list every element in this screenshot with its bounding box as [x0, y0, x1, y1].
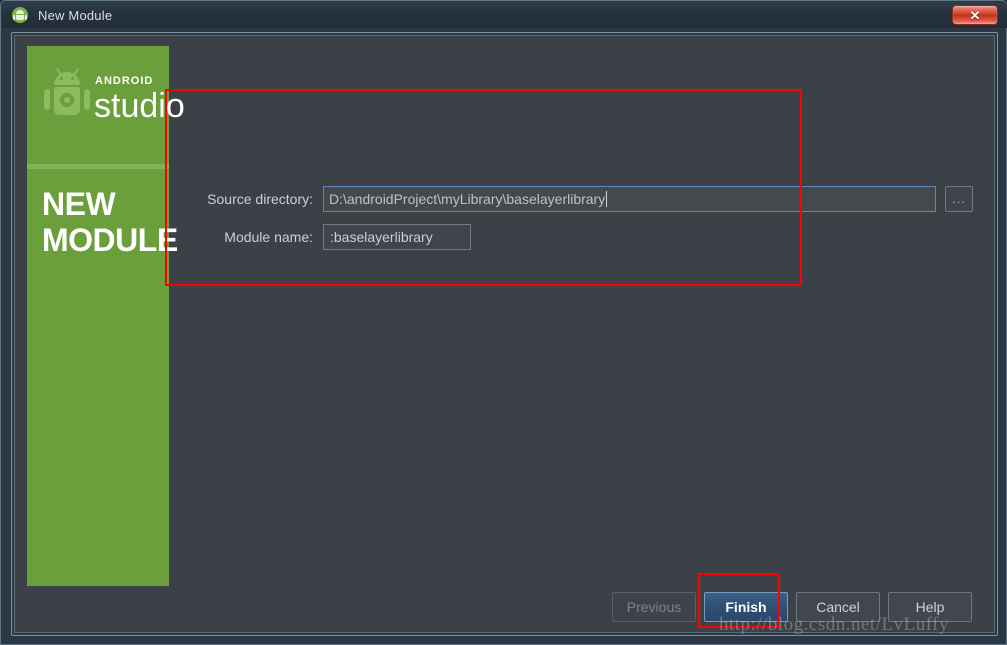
- android-studio-logo: ANDROID studio: [27, 46, 185, 162]
- module-form: Source directory: D:\androidProject\myLi…: [183, 186, 983, 262]
- source-directory-value: D:\androidProject\myLibrary\baselayerlib…: [329, 191, 606, 207]
- previous-button[interactable]: Previous: [612, 592, 696, 622]
- sidebar-heading-line2: MODULE: [42, 222, 178, 258]
- browse-button[interactable]: ...: [945, 186, 973, 212]
- android-studio-icon: [12, 6, 30, 24]
- logo-studio-text: studio: [94, 87, 185, 125]
- window-frame: New Module ✕ ANDROID studio NEW MODULE S…: [0, 0, 1007, 645]
- source-directory-label: Source directory:: [207, 191, 313, 207]
- title-bar[interactable]: New Module ✕: [2, 2, 1007, 28]
- window-title: New Module: [38, 7, 113, 23]
- dialog-content: ANDROID studio NEW MODULE Source directo…: [14, 35, 995, 633]
- source-directory-input[interactable]: D:\androidProject\myLibrary\baselayerlib…: [323, 186, 936, 212]
- logo-android-text: ANDROID: [95, 75, 154, 87]
- wizard-sidebar: ANDROID studio NEW MODULE: [27, 46, 185, 586]
- close-button[interactable]: ✕: [952, 5, 998, 25]
- sidebar-heading-line1: NEW: [42, 186, 116, 222]
- new-module-dialog-window: New Module ✕ ANDROID studio NEW MODULE S…: [0, 0, 1007, 645]
- close-icon: ✕: [969, 7, 981, 23]
- sidebar-heading: NEW MODULE: [42, 186, 178, 258]
- dialog-content-outer: ANDROID studio NEW MODULE Source directo…: [11, 32, 998, 636]
- module-name-value: :baselayerlibrary: [330, 229, 433, 245]
- source-directory-row: Source directory: D:\androidProject\myLi…: [183, 186, 983, 212]
- module-name-input[interactable]: :baselayerlibrary: [323, 224, 471, 250]
- sidebar-divider: [27, 164, 169, 169]
- module-name-label: Module name:: [224, 229, 313, 245]
- logo-wordmark: ANDROID studio: [94, 74, 185, 125]
- android-robot-icon: [43, 68, 91, 120]
- module-name-row: Module name: :baselayerlibrary: [183, 224, 983, 250]
- text-caret: [606, 191, 608, 207]
- watermark-text: http://blog.csdn.net/LvLuffy: [719, 614, 950, 635]
